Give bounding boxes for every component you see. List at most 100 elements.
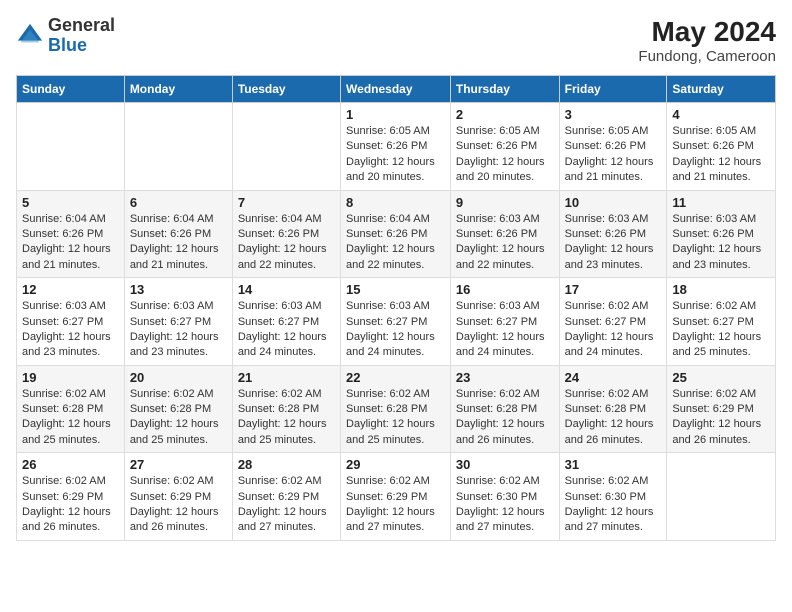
calendar-cell: 31Sunrise: 6:02 AM Sunset: 6:30 PM Dayli… xyxy=(559,453,667,541)
day-number: 28 xyxy=(238,457,335,472)
calendar-cell: 15 Sunrise: 6:03 AM Sunset: 6:27 PM Dayli… xyxy=(341,278,451,366)
location: Fundong, Cameroon xyxy=(638,48,776,65)
calendar-cell: 30 Sunrise: 6:02 AM Sunset: 6:30 PM Dayli… xyxy=(450,453,559,541)
weekday-header-wednesday: Wednesday xyxy=(341,76,451,103)
day-info: Sunrise: 6:04 AM Sunset: 6:26 PM Dayligh… xyxy=(238,212,335,274)
calendar-week-row: 1 Sunrise: 6:05 AM Sunset: 6:26 PM Daylig… xyxy=(17,103,776,191)
calendar-cell: 6Sunrise: 6:04 AM Sunset: 6:26 PM Daylig… xyxy=(124,190,232,278)
calendar-cell: 7 Sunrise: 6:04 AM Sunset: 6:26 PM Daylig… xyxy=(232,190,340,278)
calendar-cell: 12 Sunrise: 6:03 AM Sunset: 6:27 PM Dayli… xyxy=(17,278,125,366)
weekday-header-row: SundayMondayTuesdayWednesdayThursdayFrid… xyxy=(17,76,776,103)
calendar-cell: 14Sunrise: 6:03 AM Sunset: 6:27 PM Dayli… xyxy=(232,278,340,366)
day-info: Sunrise: 6:02 AM Sunset: 6:29 PM Dayligh… xyxy=(346,474,445,536)
day-number: 10 xyxy=(565,195,662,210)
day-number: 26 xyxy=(22,457,119,472)
day-number: 25 xyxy=(672,370,770,385)
day-info: Sunrise: 6:04 AM Sunset: 6:26 PM Dayligh… xyxy=(346,212,445,274)
month-year: May 2024 xyxy=(638,16,776,48)
day-info: Sunrise: 6:03 AM Sunset: 6:26 PM Dayligh… xyxy=(456,212,554,274)
calendar-cell: 19 Sunrise: 6:02 AM Sunset: 6:28 PM Dayli… xyxy=(17,365,125,453)
day-info: Sunrise: 6:02 AM Sunset: 6:29 PM Dayligh… xyxy=(672,387,770,449)
calendar-cell: 23 Sunrise: 6:02 AM Sunset: 6:28 PM Dayli… xyxy=(450,365,559,453)
calendar-cell: 5Sunrise: 6:04 AM Sunset: 6:26 PM Daylig… xyxy=(17,190,125,278)
day-info: Sunrise: 6:05 AM Sunset: 6:26 PM Dayligh… xyxy=(346,124,445,186)
day-number: 29 xyxy=(346,457,445,472)
day-number: 15 xyxy=(346,282,445,297)
calendar-cell: 1 Sunrise: 6:05 AM Sunset: 6:26 PM Daylig… xyxy=(341,103,451,191)
calendar-cell xyxy=(17,103,125,191)
calendar-cell xyxy=(124,103,232,191)
day-number: 30 xyxy=(456,457,554,472)
logo-icon xyxy=(16,22,44,50)
day-number: 27 xyxy=(130,457,227,472)
day-info: Sunrise: 6:03 AM Sunset: 6:27 PM Dayligh… xyxy=(456,299,554,361)
day-number: 6 xyxy=(130,195,227,210)
day-info: Sunrise: 6:02 AM Sunset: 6:28 PM Dayligh… xyxy=(22,387,119,449)
title-block: May 2024 Fundong, Cameroon xyxy=(638,16,776,65)
day-info: Sunrise: 6:03 AM Sunset: 6:26 PM Dayligh… xyxy=(672,212,770,274)
day-info: Sunrise: 6:02 AM Sunset: 6:29 PM Dayligh… xyxy=(22,474,119,536)
logo-blue: Blue xyxy=(48,35,87,55)
weekday-header-sunday: Sunday xyxy=(17,76,125,103)
day-number: 13 xyxy=(130,282,227,297)
day-number: 3 xyxy=(565,107,662,122)
day-info: Sunrise: 6:05 AM Sunset: 6:26 PM Dayligh… xyxy=(565,124,662,186)
calendar-cell: 21 Sunrise: 6:02 AM Sunset: 6:28 PM Dayli… xyxy=(232,365,340,453)
day-number: 14 xyxy=(238,282,335,297)
calendar-cell: 27Sunrise: 6:02 AM Sunset: 6:29 PM Dayli… xyxy=(124,453,232,541)
day-number: 24 xyxy=(565,370,662,385)
page-header: General Blue May 2024 Fundong, Cameroon xyxy=(16,16,776,65)
day-number: 7 xyxy=(238,195,335,210)
day-info: Sunrise: 6:02 AM Sunset: 6:30 PM Dayligh… xyxy=(456,474,554,536)
calendar-cell: 25 Sunrise: 6:02 AM Sunset: 6:29 PM Dayli… xyxy=(667,365,776,453)
day-info: Sunrise: 6:03 AM Sunset: 6:27 PM Dayligh… xyxy=(22,299,119,361)
day-number: 16 xyxy=(456,282,554,297)
weekday-header-monday: Monday xyxy=(124,76,232,103)
calendar-table: SundayMondayTuesdayWednesdayThursdayFrid… xyxy=(16,75,776,541)
day-info: Sunrise: 6:02 AM Sunset: 6:27 PM Dayligh… xyxy=(672,299,770,361)
calendar-cell: 20 Sunrise: 6:02 AM Sunset: 6:28 PM Dayli… xyxy=(124,365,232,453)
day-info: Sunrise: 6:04 AM Sunset: 6:26 PM Dayligh… xyxy=(22,212,119,274)
calendar-cell: 9 Sunrise: 6:03 AM Sunset: 6:26 PM Daylig… xyxy=(450,190,559,278)
day-number: 9 xyxy=(456,195,554,210)
day-info: Sunrise: 6:02 AM Sunset: 6:28 PM Dayligh… xyxy=(130,387,227,449)
calendar-cell xyxy=(667,453,776,541)
day-info: Sunrise: 6:02 AM Sunset: 6:28 PM Dayligh… xyxy=(346,387,445,449)
day-number: 17 xyxy=(565,282,662,297)
calendar-cell: 29 Sunrise: 6:02 AM Sunset: 6:29 PM Dayli… xyxy=(341,453,451,541)
weekday-header-tuesday: Tuesday xyxy=(232,76,340,103)
day-info: Sunrise: 6:02 AM Sunset: 6:28 PM Dayligh… xyxy=(456,387,554,449)
calendar-cell: 16 Sunrise: 6:03 AM Sunset: 6:27 PM Dayli… xyxy=(450,278,559,366)
day-number: 12 xyxy=(22,282,119,297)
calendar-cell: 10 Sunrise: 6:03 AM Sunset: 6:26 PM Dayli… xyxy=(559,190,667,278)
calendar-cell: 28Sunrise: 6:02 AM Sunset: 6:29 PM Dayli… xyxy=(232,453,340,541)
calendar-week-row: 5Sunrise: 6:04 AM Sunset: 6:26 PM Daylig… xyxy=(17,190,776,278)
day-info: Sunrise: 6:02 AM Sunset: 6:28 PM Dayligh… xyxy=(238,387,335,449)
calendar-cell: 13Sunrise: 6:03 AM Sunset: 6:27 PM Dayli… xyxy=(124,278,232,366)
day-info: Sunrise: 6:05 AM Sunset: 6:26 PM Dayligh… xyxy=(672,124,770,186)
logo-general: General xyxy=(48,15,115,35)
calendar-cell: 22 Sunrise: 6:02 AM Sunset: 6:28 PM Dayli… xyxy=(341,365,451,453)
day-number: 23 xyxy=(456,370,554,385)
day-number: 1 xyxy=(346,107,445,122)
day-info: Sunrise: 6:03 AM Sunset: 6:26 PM Dayligh… xyxy=(565,212,662,274)
day-number: 22 xyxy=(346,370,445,385)
calendar-week-row: 12 Sunrise: 6:03 AM Sunset: 6:27 PM Dayli… xyxy=(17,278,776,366)
day-number: 8 xyxy=(346,195,445,210)
day-info: Sunrise: 6:03 AM Sunset: 6:27 PM Dayligh… xyxy=(346,299,445,361)
calendar-cell: 11Sunrise: 6:03 AM Sunset: 6:26 PM Dayli… xyxy=(667,190,776,278)
day-number: 19 xyxy=(22,370,119,385)
calendar-cell: 18 Sunrise: 6:02 AM Sunset: 6:27 PM Dayli… xyxy=(667,278,776,366)
day-number: 21 xyxy=(238,370,335,385)
day-info: Sunrise: 6:05 AM Sunset: 6:26 PM Dayligh… xyxy=(456,124,554,186)
day-info: Sunrise: 6:02 AM Sunset: 6:28 PM Dayligh… xyxy=(565,387,662,449)
calendar-cell: 8 Sunrise: 6:04 AM Sunset: 6:26 PM Daylig… xyxy=(341,190,451,278)
logo-text: General Blue xyxy=(48,16,115,56)
calendar-week-row: 26 Sunrise: 6:02 AM Sunset: 6:29 PM Dayli… xyxy=(17,453,776,541)
day-info: Sunrise: 6:02 AM Sunset: 6:27 PM Dayligh… xyxy=(565,299,662,361)
day-number: 18 xyxy=(672,282,770,297)
day-number: 20 xyxy=(130,370,227,385)
calendar-cell: 26 Sunrise: 6:02 AM Sunset: 6:29 PM Dayli… xyxy=(17,453,125,541)
logo: General Blue xyxy=(16,16,115,56)
weekday-header-saturday: Saturday xyxy=(667,76,776,103)
